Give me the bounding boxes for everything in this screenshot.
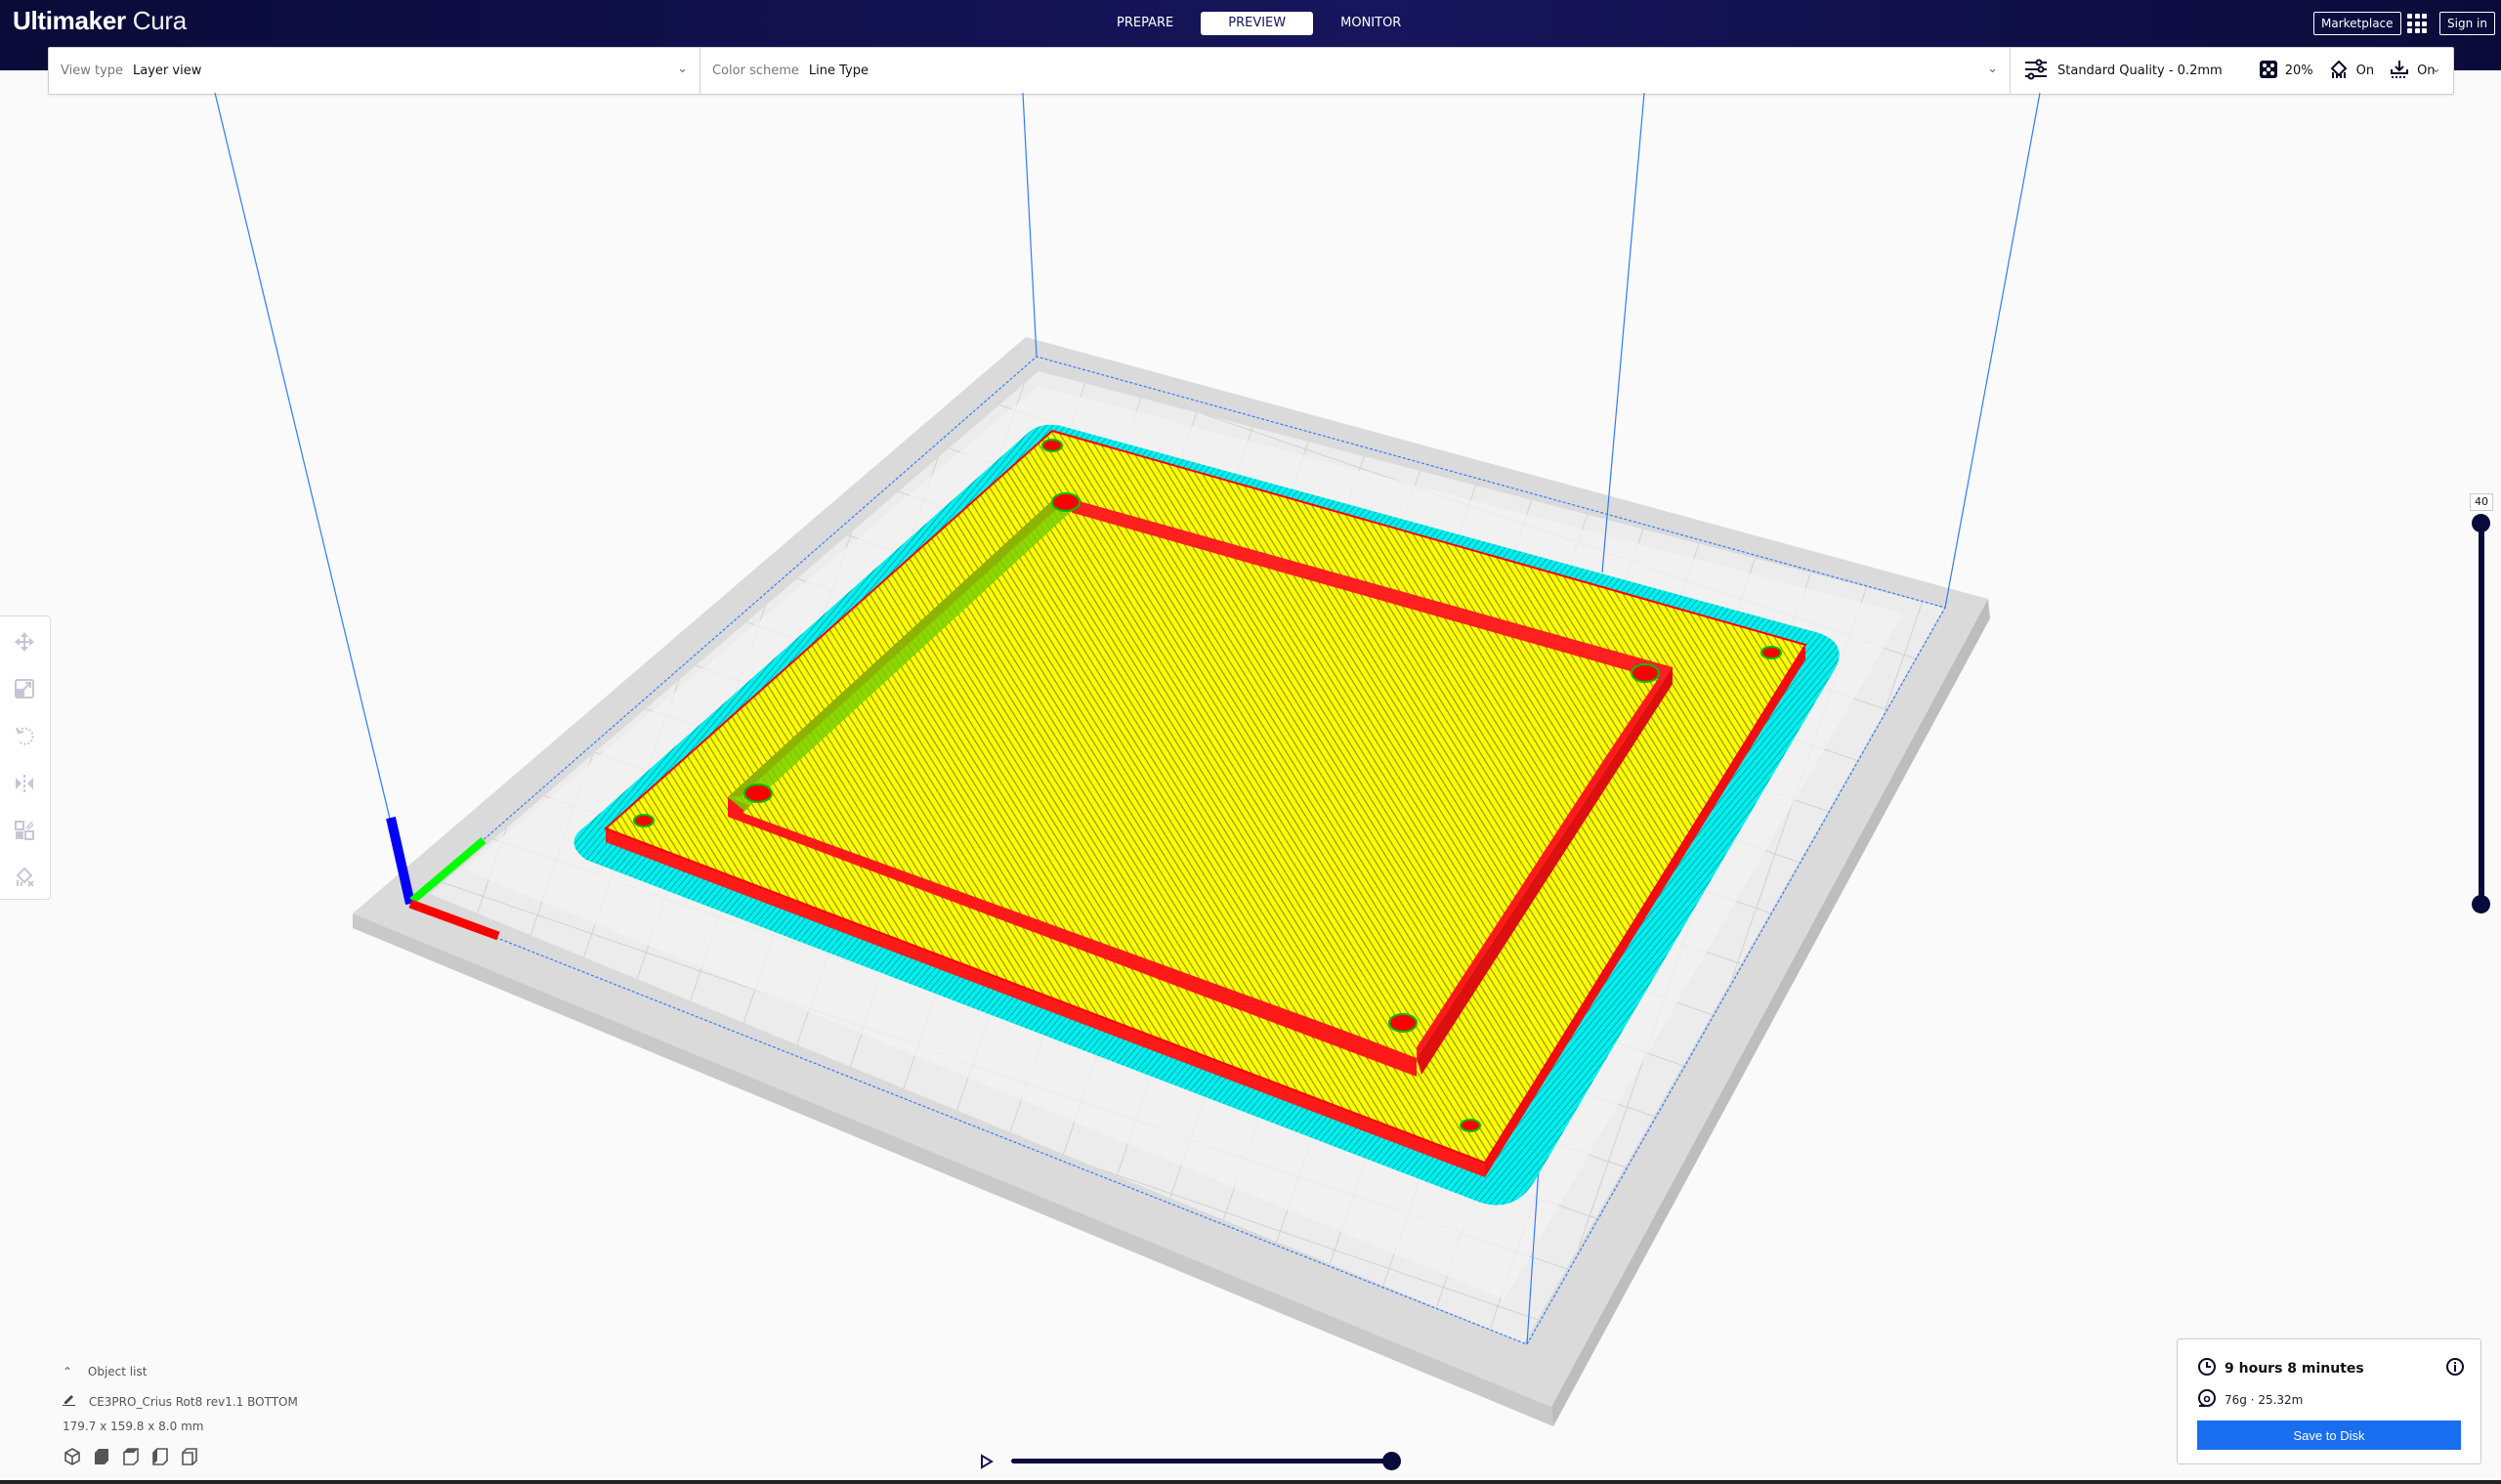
profile-name: Standard Quality - 0.2mm [2057, 64, 2223, 78]
color-scheme-value: Line Type [808, 64, 869, 78]
view-type-dropdown[interactable]: View type Layer view ⌄ [49, 48, 700, 94]
logo-light-text: Cura [132, 6, 187, 35]
logo-bold-text: Ultimaker [13, 6, 126, 35]
adhesion-icon [2390, 60, 2409, 83]
color-scheme-label: Color scheme [712, 64, 799, 78]
tool-panel [0, 615, 51, 900]
material-usage: 76g · 25.32m [2225, 1393, 2304, 1407]
sign-in-button[interactable]: Sign in [2439, 12, 2495, 35]
color-scheme-dropdown[interactable]: Color scheme Line Type ⌄ [700, 48, 2011, 94]
print-info-panel: 9 hours 8 minutes 76g · 25.32m Save to D… [2177, 1338, 2481, 1464]
layer-slider[interactable]: 40 [2470, 493, 2493, 913]
pencil-icon [63, 1395, 79, 1409]
tab-preview[interactable]: PREVIEW [1201, 12, 1314, 35]
print-settings-button[interactable]: Standard Quality - 0.2mm 20% On On ⌄ [2011, 48, 2453, 94]
scale-icon[interactable] [14, 678, 35, 700]
sliders-icon [2024, 59, 2048, 84]
object-name: CE3PRO_Crius Rot8 rev1.1 BOTTOM [88, 1395, 298, 1409]
layer-slider-upper-handle[interactable] [2472, 514, 2490, 532]
chevron-up-icon: ⌃ [63, 1365, 73, 1378]
marketplace-button[interactable]: Marketplace [2313, 12, 2401, 35]
layer-slider-lower-handle[interactable] [2472, 895, 2490, 913]
chevron-down-icon: ⌄ [677, 62, 688, 76]
per-model-settings-icon[interactable] [14, 820, 35, 841]
play-icon[interactable] [980, 1454, 994, 1473]
save-to-disk-button[interactable]: Save to Disk [2197, 1420, 2461, 1450]
object-dimensions: 179.7 x 159.8 x 8.0 mm [63, 1420, 204, 1433]
right-view-icon[interactable] [180, 1447, 201, 1468]
path-slider-handle[interactable] [1382, 1452, 1401, 1470]
view-type-value: Layer view [133, 64, 202, 78]
material-row: 76g · 25.32m [2197, 1388, 2303, 1412]
path-slider[interactable] [980, 1450, 1401, 1473]
info-icon[interactable] [2445, 1357, 2465, 1380]
support-blocker-icon[interactable] [14, 867, 35, 888]
path-slider-track[interactable] [1011, 1459, 1392, 1463]
grid-apps-icon[interactable] [2407, 14, 2427, 33]
chevron-down-icon: ⌄ [2431, 62, 2441, 76]
print-time-row: 9 hours 8 minutes [2197, 1357, 2364, 1380]
3d-viewport[interactable] [0, 93, 2501, 1484]
left-view-icon[interactable] [150, 1447, 172, 1468]
object-list-label: Object list [87, 1365, 148, 1378]
clock-icon [2197, 1357, 2217, 1380]
stage-tabs: PREPARE PREVIEW MONITOR [1089, 12, 1428, 35]
support-icon [2329, 60, 2349, 83]
window-bottom-edge [0, 1480, 2501, 1484]
view-toolbar: View type Layer view ⌄ Color scheme Line… [48, 47, 2454, 95]
front-view-icon[interactable] [92, 1447, 113, 1468]
layer-slider-track[interactable] [2479, 523, 2484, 913]
layer-preview-scene[interactable] [0, 93, 2501, 1484]
move-icon[interactable] [14, 631, 35, 653]
view-type-label: View type [61, 64, 124, 78]
3d-view-icon[interactable] [63, 1447, 84, 1468]
chevron-down-icon: ⌄ [1987, 62, 1998, 76]
object-list-toggle[interactable]: ⌃ Object list [63, 1365, 147, 1378]
infill-value: 20% [2284, 64, 2313, 78]
object-list-item[interactable]: CE3PRO_Crius Rot8 rev1.1 BOTTOM [63, 1393, 298, 1409]
top-view-icon[interactable] [121, 1447, 143, 1468]
mirror-icon[interactable] [14, 773, 35, 794]
print-time: 9 hours 8 minutes [2225, 1361, 2364, 1377]
app-logo: Ultimaker Cura [13, 6, 187, 36]
tab-prepare[interactable]: PREPARE [1089, 12, 1201, 35]
infill-icon [2259, 60, 2277, 82]
tab-monitor[interactable]: MONITOR [1313, 12, 1428, 35]
spool-icon [2197, 1388, 2217, 1412]
rotate-icon[interactable] [14, 725, 35, 746]
current-layer-label: 40 [2470, 493, 2493, 511]
support-value: On [2355, 64, 2375, 78]
